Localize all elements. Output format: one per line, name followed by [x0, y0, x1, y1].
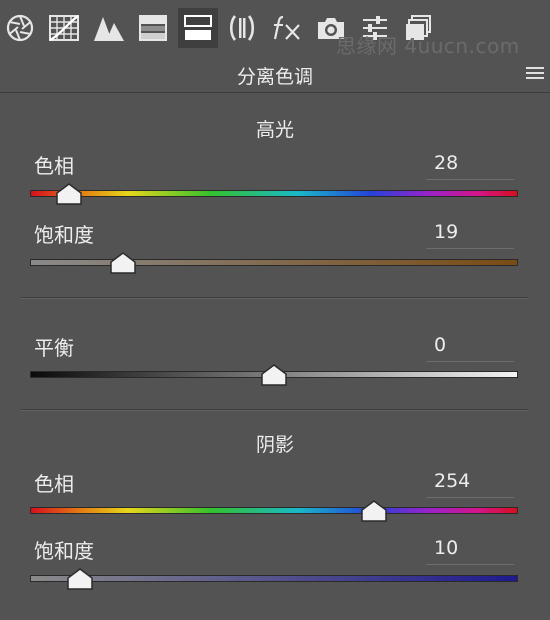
shadows-section-title: 阴影 [255, 434, 294, 456]
highlights-hue-value[interactable]: 28 [426, 152, 514, 180]
shadows-hue-slider-track[interactable] [30, 507, 518, 514]
highlights-saturation-label: 饱和度 [34, 223, 94, 247]
shadows-saturation-slider-thumb[interactable] [66, 568, 93, 590]
balance-value[interactable]: 0 [426, 334, 514, 362]
shadows-saturation-slider-track[interactable] [30, 575, 518, 582]
divider-highlight [20, 298, 528, 299]
hsl-tab[interactable] [133, 8, 173, 48]
panel-header: 分离色调 [0, 56, 550, 93]
balance-slider-thumb[interactable] [261, 364, 287, 386]
highlights-saturation-slider-thumb[interactable] [110, 252, 137, 274]
fx-effects-icon [273, 15, 300, 40]
effects-tab[interactable] [266, 8, 306, 48]
balance-label: 平衡 [34, 336, 74, 360]
highlights-saturation-slider-track[interactable] [30, 259, 518, 266]
basic-panel-tab[interactable] [0, 8, 40, 48]
mountain-detail-icon [94, 17, 124, 41]
lens-corrections-icon [229, 15, 255, 41]
detail-tab[interactable] [89, 8, 129, 48]
aperture-icon [6, 14, 34, 42]
panel-title: 分离色调 [236, 66, 313, 88]
shadows-saturation-value[interactable]: 10 [426, 537, 514, 565]
highlights-hue-slider-thumb[interactable] [56, 183, 82, 205]
hsl-grayscale-icon [139, 15, 167, 41]
lens-corrections-tab[interactable] [222, 8, 262, 48]
divider-highlight [20, 410, 528, 411]
watermark-text: 思缘网 4uucn.com [336, 34, 520, 58]
highlights-hue-label: 色相 [34, 154, 74, 178]
tone-curve-grid-icon [49, 15, 79, 42]
split-toning-tab[interactable] [178, 8, 218, 48]
panel-toolbar: 思缘网 4uucn.com [0, 0, 550, 58]
highlights-hue-slider-track[interactable] [30, 190, 518, 197]
split-toning-icon [184, 15, 212, 40]
highlights-saturation-value[interactable]: 19 [426, 221, 514, 249]
panel-menu-icon[interactable] [526, 67, 544, 81]
shadows-hue-value[interactable]: 254 [426, 470, 514, 498]
shadows-hue-label: 色相 [34, 472, 74, 496]
shadows-saturation-label: 饱和度 [34, 539, 94, 563]
highlights-section-title: 高光 [255, 119, 294, 141]
tone-curve-tab[interactable] [44, 8, 84, 48]
shadows-hue-slider-thumb[interactable] [360, 500, 387, 522]
